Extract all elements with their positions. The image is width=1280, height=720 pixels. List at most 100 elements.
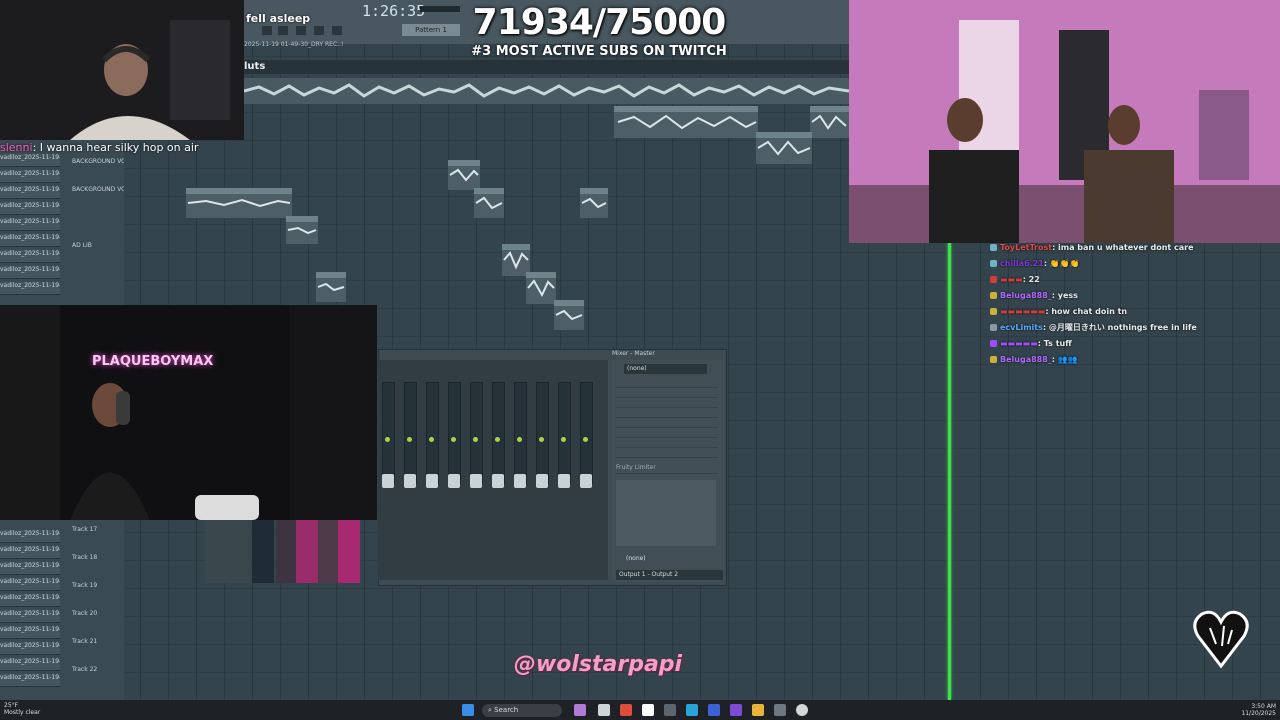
track-header[interactable]: vadiloz_2025-11-19-18-2 bbox=[0, 674, 60, 687]
taskbar-clock[interactable]: 3:50 AM 11/20/2025 bbox=[1230, 703, 1276, 717]
tool-button[interactable] bbox=[296, 26, 306, 35]
timeline-ruler[interactable] bbox=[244, 60, 849, 74]
mixer-strip[interactable] bbox=[470, 382, 483, 484]
track-header[interactable]: vadiloz_2025-11-19-18-2 bbox=[0, 546, 60, 559]
mixer-strip[interactable] bbox=[404, 382, 417, 484]
weather-widget[interactable]: 25°F Mostly clear bbox=[4, 702, 40, 716]
mixer-fader[interactable] bbox=[492, 474, 504, 488]
mixer-led[interactable] bbox=[451, 437, 456, 442]
mixer-led[interactable] bbox=[407, 437, 412, 442]
track-header[interactable]: vadiloz_2025-11-19-18-2 bbox=[0, 594, 60, 607]
taskbar-app-icon[interactable] bbox=[730, 704, 742, 716]
taskbar-app-icon[interactable] bbox=[774, 704, 786, 716]
track-label[interactable]: AD LIB bbox=[72, 242, 124, 254]
mixer-slot[interactable] bbox=[616, 388, 718, 398]
mixer-track-block[interactable] bbox=[276, 520, 298, 583]
mixer-fader[interactable] bbox=[558, 474, 570, 488]
track-header[interactable]: vadiloz_2025-11-19-18-2 bbox=[0, 154, 60, 167]
track-label[interactable]: Track 17 bbox=[72, 526, 124, 538]
mixer-eq-panel[interactable] bbox=[616, 480, 716, 546]
track-header[interactable]: vadiloz_2025-11-19-18-2 bbox=[0, 530, 60, 543]
tool-button[interactable] bbox=[314, 26, 324, 35]
audio-clip[interactable] bbox=[580, 188, 608, 218]
mixer-led[interactable] bbox=[561, 437, 566, 442]
media-player-icon[interactable] bbox=[796, 704, 808, 716]
track-header[interactable]: vadiloz_2025-11-19-18-2 bbox=[0, 282, 60, 295]
mixer-preset-select[interactable]: (none) bbox=[624, 364, 707, 374]
mixer-fader[interactable] bbox=[426, 474, 438, 488]
mixer-slot[interactable] bbox=[616, 378, 718, 388]
tool-button[interactable] bbox=[262, 26, 272, 35]
tool-button[interactable] bbox=[332, 26, 342, 35]
mixer-track-block[interactable] bbox=[296, 520, 318, 583]
mixer-slot[interactable] bbox=[616, 418, 718, 428]
mixer-fader[interactable] bbox=[514, 474, 526, 488]
track-header[interactable]: vadiloz_2025-11-19-18-2 bbox=[0, 234, 60, 247]
chrome-icon[interactable] bbox=[620, 704, 632, 716]
track-label[interactable]: Track 21 bbox=[72, 638, 124, 650]
mixer-fader[interactable] bbox=[448, 474, 460, 488]
mixer-fader[interactable] bbox=[536, 474, 548, 488]
track-header[interactable]: vadiloz_2025-11-19-18-2 bbox=[0, 250, 60, 263]
track-header[interactable]: vadiloz_2025-11-19-18-2 bbox=[0, 626, 60, 639]
mixer-fader[interactable] bbox=[580, 474, 592, 488]
master-waveform-clip[interactable] bbox=[243, 78, 850, 104]
mixer-fader[interactable] bbox=[470, 474, 482, 488]
taskbar-search[interactable]: ⌕ Search bbox=[482, 704, 562, 717]
taskbar-app-icon[interactable] bbox=[686, 704, 698, 716]
mixer-strip[interactable] bbox=[492, 382, 505, 484]
mixer-led[interactable] bbox=[583, 437, 588, 442]
mixer-slot[interactable] bbox=[616, 398, 718, 408]
mixer-slot[interactable] bbox=[616, 428, 718, 438]
audio-clip[interactable] bbox=[186, 188, 292, 218]
mixer-track-block[interactable] bbox=[338, 520, 360, 583]
track-label[interactable]: Track 18 bbox=[72, 554, 124, 566]
pattern-selector[interactable]: Pattern 1 bbox=[402, 24, 460, 36]
mixer-led[interactable] bbox=[517, 437, 522, 442]
track-header[interactable]: vadiloz_2025-11-19-18-2 bbox=[0, 186, 60, 199]
mixer-track-block[interactable] bbox=[318, 520, 340, 583]
mixer-strip[interactable] bbox=[426, 382, 439, 484]
audio-clip[interactable] bbox=[810, 106, 849, 138]
audio-clip[interactable] bbox=[526, 272, 556, 304]
track-header[interactable]: vadiloz_2025-11-19-18-2 bbox=[0, 266, 60, 279]
track-label[interactable]: BACKGROUND VOCAL bbox=[72, 158, 124, 170]
mixer-slot-limiter[interactable]: Fruity Limiter bbox=[616, 464, 718, 474]
audio-clip[interactable] bbox=[614, 106, 758, 138]
taskbar-app-icon[interactable] bbox=[664, 704, 676, 716]
taskbar-app-icon[interactable] bbox=[708, 704, 720, 716]
audio-clip[interactable] bbox=[756, 132, 812, 164]
mixer-strip[interactable] bbox=[514, 382, 527, 484]
mixer-led[interactable] bbox=[495, 437, 500, 442]
playhead-marker[interactable] bbox=[948, 240, 951, 700]
track-header[interactable]: vadiloz_2025-11-19-18-2 bbox=[0, 658, 60, 671]
windows-start-icon[interactable] bbox=[462, 704, 474, 716]
mixer-track-block[interactable] bbox=[252, 520, 274, 583]
mixer-fader[interactable] bbox=[404, 474, 416, 488]
tool-button[interactable] bbox=[278, 26, 288, 35]
mixer-led[interactable] bbox=[473, 437, 478, 442]
track-header[interactable]: vadiloz_2025-11-19-18-2 bbox=[0, 202, 60, 215]
track-label[interactable]: Track 20 bbox=[72, 610, 124, 622]
file-explorer-icon[interactable] bbox=[752, 704, 764, 716]
master-volume-slider[interactable] bbox=[420, 6, 460, 12]
track-header[interactable]: vadiloz_2025-11-19-18-2 bbox=[0, 578, 60, 591]
mixer-master-strip[interactable] bbox=[205, 520, 251, 583]
track-label[interactable]: BACKGROUND VOCAL bbox=[72, 186, 124, 198]
mixer-strip[interactable] bbox=[580, 382, 593, 484]
mixer-strip[interactable] bbox=[448, 382, 461, 484]
track-header[interactable]: vadiloz_2025-11-19-18-2 bbox=[0, 218, 60, 231]
mixer-strip[interactable] bbox=[558, 382, 571, 484]
mixer-led[interactable] bbox=[385, 437, 390, 442]
mixer-led[interactable] bbox=[429, 437, 434, 442]
task-view-icon[interactable] bbox=[598, 704, 610, 716]
track-label[interactable]: Track 19 bbox=[72, 582, 124, 594]
audio-clip[interactable] bbox=[286, 216, 318, 244]
track-header[interactable]: vadiloz_2025-11-19-18-2 bbox=[0, 562, 60, 575]
audio-clip[interactable] bbox=[316, 272, 346, 302]
mixer-slot[interactable] bbox=[616, 438, 718, 448]
track-header[interactable]: vadiloz_2025-11-19-18-2 bbox=[0, 642, 60, 655]
mixer-slot[interactable] bbox=[616, 408, 718, 418]
mixer-led[interactable] bbox=[539, 437, 544, 442]
track-header[interactable]: vadiloz_2025-11-19-18-2 bbox=[0, 610, 60, 623]
